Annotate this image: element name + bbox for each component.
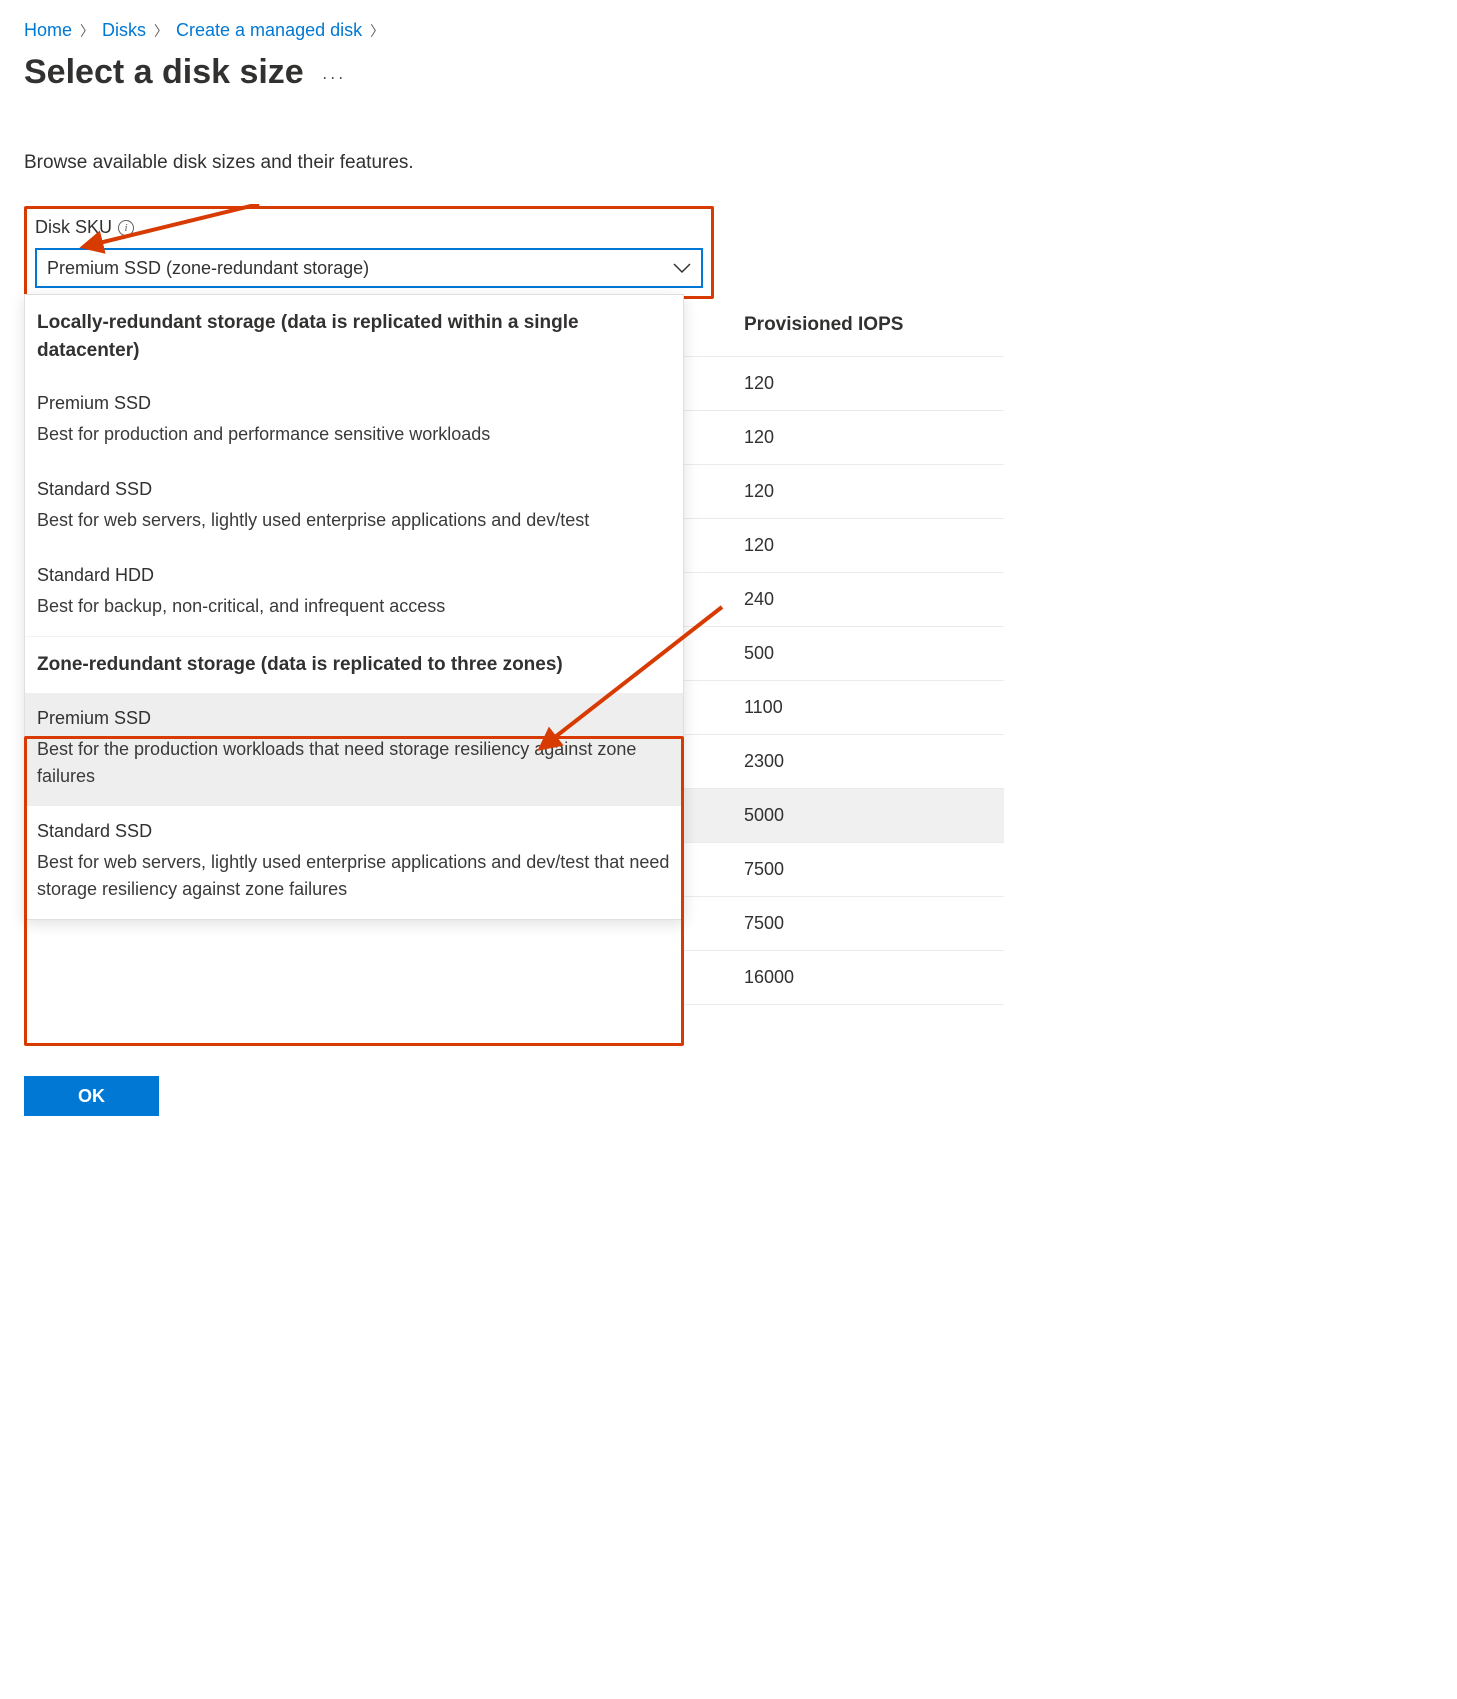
chevron-right-icon: 〉 (370, 21, 384, 41)
table-row[interactable]: 5000 (684, 788, 1004, 842)
page-title-row: Select a disk size ··· (24, 53, 1433, 92)
chevron-right-icon: 〉 (154, 21, 168, 41)
table-row[interactable]: 120 (684, 518, 1004, 572)
dropdown-item-subtitle: Best for web servers, lightly used enter… (37, 849, 671, 903)
dropdown-item-subtitle: Best for the production workloads that n… (37, 736, 671, 790)
disk-sku-label: Disk SKU (35, 217, 112, 238)
disk-sku-selected-value: Premium SSD (zone-redundant storage) (47, 258, 369, 279)
table-row[interactable]: 500 (684, 626, 1004, 680)
table-row[interactable]: 2300 (684, 734, 1004, 788)
ok-button[interactable]: OK (24, 1076, 159, 1116)
dropdown-item-lrs-premium-ssd[interactable]: Premium SSD Best for production and perf… (25, 378, 683, 464)
breadcrumb-disks[interactable]: Disks (102, 20, 146, 41)
sku-label-row: Disk SKU i (27, 217, 703, 238)
annotation-highlight-box: Disk SKU i Premium SSD (zone-redundant s… (24, 206, 714, 299)
dropdown-item-title: Premium SSD (37, 390, 671, 417)
dropdown-group-zrs: Zone-redundant storage (data is replicat… (25, 636, 683, 693)
chevron-right-icon: 〉 (80, 21, 94, 41)
dropdown-item-subtitle: Best for web servers, lightly used enter… (37, 507, 671, 534)
breadcrumb-create-disk[interactable]: Create a managed disk (176, 20, 362, 41)
dropdown-group-lrs: Locally-redundant storage (data is repli… (25, 295, 683, 378)
table-row[interactable]: 120 (684, 356, 1004, 410)
disk-sku-select[interactable]: Premium SSD (zone-redundant storage) (35, 248, 703, 288)
dropdown-item-subtitle: Best for production and performance sens… (37, 421, 671, 448)
table-bottom-border (684, 1004, 1004, 1006)
breadcrumb-home[interactable]: Home (24, 20, 72, 41)
breadcrumb: Home 〉 Disks 〉 Create a managed disk 〉 (24, 20, 1433, 41)
table-row[interactable]: 16000 (684, 950, 1004, 1004)
page-title: Select a disk size (24, 53, 304, 92)
table-row[interactable]: 120 (684, 464, 1004, 518)
page-description: Browse available disk sizes and their fe… (24, 152, 1433, 174)
iops-column: 120 120 120 120 240 500 1100 2300 5000 7… (684, 356, 1004, 1006)
dropdown-item-title: Premium SSD (37, 705, 671, 732)
dropdown-item-lrs-standard-hdd[interactable]: Standard HDD Best for backup, non-critic… (25, 550, 683, 636)
table-row[interactable]: 7500 (684, 896, 1004, 950)
dropdown-item-lrs-standard-ssd[interactable]: Standard SSD Best for web servers, light… (25, 464, 683, 550)
table-row[interactable]: 240 (684, 572, 1004, 626)
disk-sku-dropdown: Locally-redundant storage (data is repli… (24, 294, 684, 920)
info-icon[interactable]: i (118, 220, 134, 236)
dropdown-item-zrs-standard-ssd[interactable]: Standard SSD Best for web servers, light… (25, 806, 683, 919)
column-header-iops[interactable]: Provisioned IOPS (744, 314, 903, 336)
table-row[interactable]: 120 (684, 410, 1004, 464)
main-area: Provisioned IOPS 120 120 120 120 240 500… (24, 206, 1433, 299)
table-row[interactable]: 1100 (684, 680, 1004, 734)
dropdown-item-subtitle: Best for backup, non-critical, and infre… (37, 593, 671, 620)
more-icon[interactable]: ··· (322, 57, 346, 88)
dropdown-item-title: Standard HDD (37, 562, 671, 589)
table-row[interactable]: 7500 (684, 842, 1004, 896)
chevron-down-icon (673, 258, 691, 279)
dropdown-item-zrs-premium-ssd[interactable]: Premium SSD Best for the production work… (25, 693, 683, 806)
dropdown-item-title: Standard SSD (37, 476, 671, 503)
dropdown-item-title: Standard SSD (37, 818, 671, 845)
